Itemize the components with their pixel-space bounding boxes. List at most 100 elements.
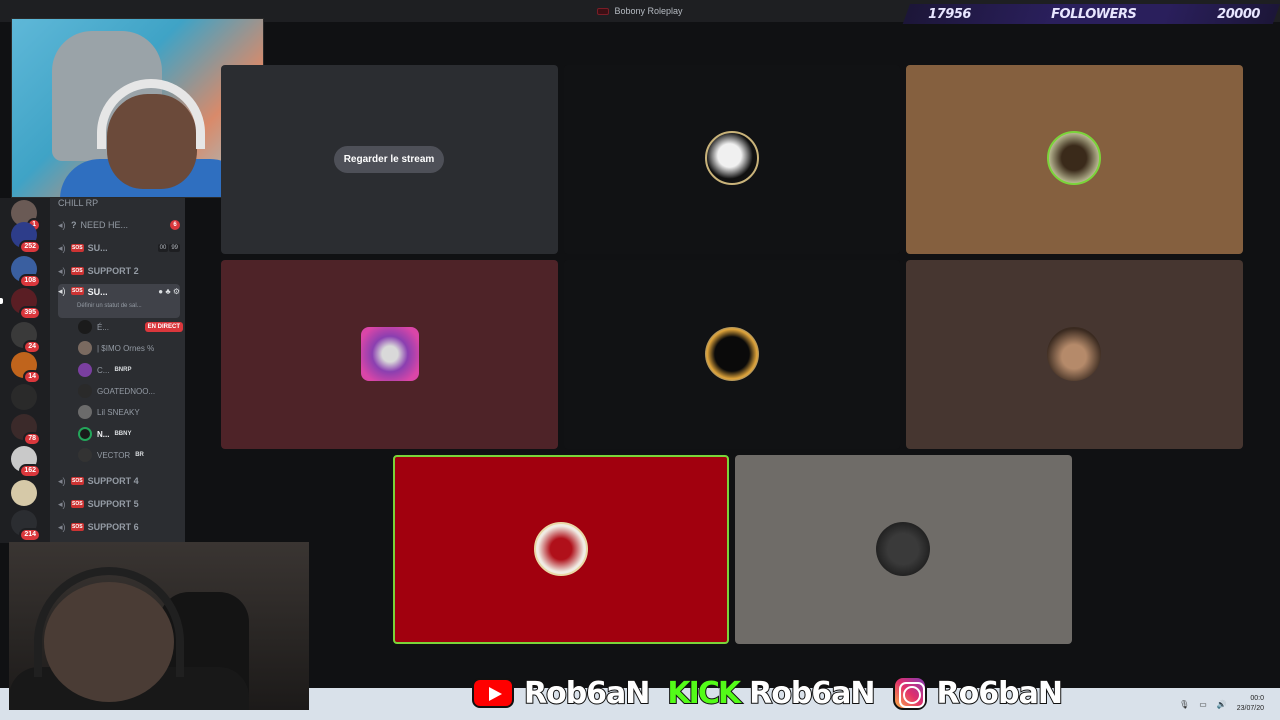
social-handles-overlay: Rob6aN KICK Rob6aN Ro6baN — [472, 673, 1064, 713]
video-tile[interactable] — [564, 65, 900, 254]
voice-user[interactable]: VECTOR BR — [78, 447, 183, 463]
video-tile[interactable] — [735, 455, 1072, 644]
sos-icon: SOS — [71, 287, 84, 295]
watch-stream-button[interactable]: Regarder le stream — [334, 146, 444, 173]
selected-server-pill — [0, 298, 3, 304]
channel-name: SUPPORT 2 — [87, 266, 139, 276]
user-tag: BBNY — [114, 431, 132, 437]
channel-support-active[interactable]: ◂) SOS SU... ● ♣ ⚙ — [58, 284, 180, 318]
channel-actions-icons[interactable]: ● ♣ ⚙ — [158, 287, 180, 296]
sos-icon: SOS — [71, 477, 84, 485]
sos-icon: SOS — [71, 500, 84, 508]
avatar — [78, 320, 92, 334]
server-badge: 78 — [23, 432, 41, 446]
server-badge: 162 — [19, 464, 41, 478]
channel-support-6[interactable]: ◂) SOS SUPPORT 6 — [58, 518, 180, 536]
channel-support-5[interactable]: ◂) SOS SUPPORT 5 — [58, 495, 180, 513]
server-badge: 108 — [19, 274, 41, 288]
voice-user[interactable]: Lil SNEAKY — [78, 404, 183, 420]
followers-current: 17956 — [928, 6, 972, 22]
server-icon[interactable]: 24 — [11, 322, 41, 354]
kick-handle: Rob6aN — [748, 675, 876, 712]
speaker-icon: ◂) — [58, 219, 66, 230]
voice-user[interactable]: C... BNRP — [78, 362, 183, 378]
sos-icon: SOS — [71, 523, 84, 531]
speaker-icon: ◂) — [58, 286, 66, 296]
user-avatar — [361, 327, 419, 381]
user-avatar — [705, 131, 759, 185]
user-limit: 99 — [169, 244, 180, 252]
video-tile[interactable] — [906, 65, 1243, 254]
voice-user[interactable]: GOATEDNOO... — [78, 383, 183, 399]
video-tile[interactable] — [906, 260, 1243, 449]
server-icon[interactable]: 78 — [11, 414, 41, 446]
instagram-icon — [892, 676, 927, 710]
followers-goal-bar: 17956 FOLLOWERS 20000 — [902, 4, 1280, 24]
clock[interactable]: 00:0 23/07/20 — [1237, 694, 1264, 714]
microphone-icon[interactable]: 🎙 — [1179, 700, 1189, 709]
voice-user-name: N... — [97, 429, 110, 439]
video-tile[interactable] — [221, 260, 558, 449]
volume-icon[interactable]: 🔊 — [1217, 700, 1227, 709]
channel-support-4[interactable]: ◂) SOS SUPPORT 4 — [58, 472, 180, 490]
avatar — [78, 427, 92, 441]
channel-name: NEED HE... — [80, 220, 129, 230]
followers-label: FOLLOWERS — [1051, 6, 1137, 22]
server-badge: 214 — [19, 528, 41, 542]
sos-icon: SOS — [71, 244, 84, 252]
server-badge: 252 — [19, 240, 41, 254]
window-title: Bobony Roleplay — [614, 6, 683, 16]
clock-time: 00:0 — [1250, 695, 1264, 702]
server-icon[interactable]: 252 — [11, 222, 41, 254]
live-badge: EN DIRECT — [144, 322, 183, 332]
voice-user[interactable]: É... EN DIRECT — [78, 319, 183, 335]
user-tag: BNRP — [114, 367, 132, 373]
mention-count: 6 — [170, 220, 180, 230]
user-tag: BR — [135, 452, 144, 458]
channel-name: CHILL RP — [58, 198, 99, 208]
voice-user-name: C... — [97, 365, 110, 375]
server-icon[interactable] — [11, 384, 37, 410]
server-icon[interactable] — [11, 480, 37, 506]
channel-name: SU... — [87, 243, 108, 253]
user-avatar — [876, 522, 930, 576]
voice-user-name: GOATEDNOO... — [97, 386, 156, 396]
kick-logo: KICK — [666, 675, 742, 712]
screen: Bobony Roleplay 17956 FOLLOWERS 20000 1 … — [0, 0, 1280, 720]
user-avatar — [1047, 131, 1101, 185]
streamer-webcam-bottom — [9, 542, 309, 710]
youtube-icon — [472, 678, 514, 708]
channel-name: SU... — [87, 287, 108, 297]
channel-need-help[interactable]: ◂)? NEED HE... 6 — [58, 216, 180, 234]
speaker-icon: ◂) — [58, 242, 66, 253]
user-avatar — [705, 327, 759, 381]
server-icon[interactable]: 214 — [11, 510, 41, 542]
voice-user-name: | $IMO Ornes % — [97, 343, 155, 353]
avatar — [78, 405, 92, 419]
server-icon[interactable]: 14 — [11, 352, 41, 384]
speaker-icon: ◂) — [58, 498, 66, 509]
video-tile[interactable] — [564, 260, 900, 449]
avatar — [78, 384, 92, 398]
server-badge: 395 — [19, 306, 41, 320]
channel-support-1[interactable]: ◂) SOS SU... 00 99 — [58, 239, 180, 257]
server-icon[interactable]: 108 — [11, 256, 41, 288]
network-icon[interactable]: ▭ — [1199, 700, 1207, 709]
sos-icon: SOS — [71, 267, 84, 275]
server-icon[interactable]: 395 — [11, 288, 41, 320]
followers-goal: 20000 — [1217, 6, 1261, 22]
clock-date: 23/07/20 — [1236, 705, 1264, 712]
speaker-icon: ◂) — [58, 475, 66, 486]
user-avatar — [1047, 327, 1101, 381]
video-tile-speaking[interactable] — [393, 455, 729, 644]
speaker-icon: ◂) — [58, 265, 66, 276]
channel-name: SUPPORT 5 — [87, 499, 139, 509]
channel-status-text[interactable]: Définir un statut de sal... — [77, 303, 177, 309]
server-icon[interactable]: 162 — [11, 446, 41, 478]
server-badge: 14 — [23, 370, 41, 384]
voice-user-name: VECTOR — [97, 450, 131, 460]
voice-user[interactable]: N... BBNY — [78, 426, 183, 442]
system-tray: 🎙 ▭ 🔊 00:0 23/07/20 — [1179, 694, 1264, 714]
channel-support-2[interactable]: ◂) SOS SUPPORT 2 — [58, 262, 180, 280]
voice-user[interactable]: | $IMO Ornes % — [78, 340, 183, 356]
